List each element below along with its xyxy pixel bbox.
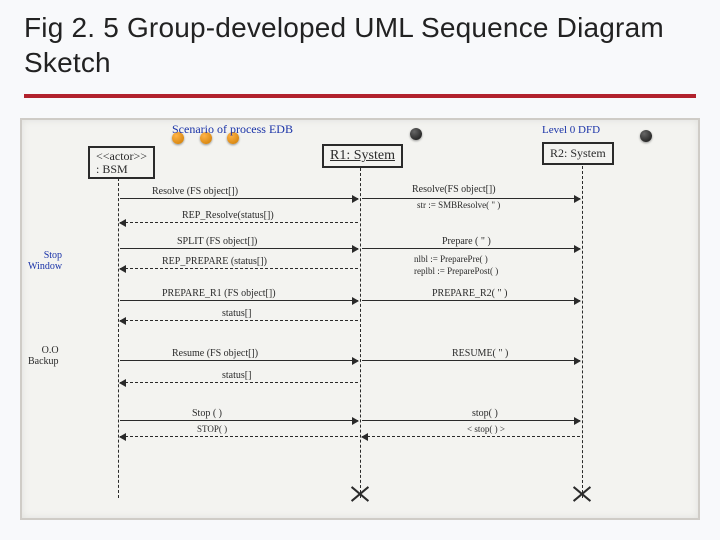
msg-status2 [120,382,358,383]
lbl-m1: Resolve (FS object[]) [152,186,238,197]
lifeline-line-r1 [360,168,361,498]
note-stop-window: Stop Window [28,250,62,272]
lbl-m9: status[] [222,370,251,381]
msg-stop-r-ret [362,436,580,437]
terminate-r2 [571,482,593,504]
msg-resume-r [362,360,580,361]
msg-stop-r [362,420,580,421]
slide-title: Fig 2. 5 Group-developed UML Sequence Di… [24,10,696,80]
lbl-m4r: Prepare ( " ) [442,236,491,247]
lbl-m7: status[] [222,308,251,319]
lbl-m5r1: nlbl := PreparePre( ) [414,254,488,264]
lbl-m10r2: < stop( ) > [467,424,505,434]
lifeline-r2: R2: System [542,142,614,165]
msg-prep-r1 [120,300,358,301]
lbl-m5r2: replbl := PreparePost( ) [414,266,498,276]
msg-status1 [120,320,358,321]
lbl-m8: Resume (FS object[]) [172,348,258,359]
lbl-m3: REP_Resolve(status[]) [182,210,274,221]
note-backup: O.O Backup [28,345,59,367]
msg-resume [120,360,358,361]
msg-prep-r2 [362,300,580,301]
lbl-m10: Stop ( ) [192,408,222,419]
lbl-m6: PREPARE_R1 (FS object[]) [162,288,276,299]
heading-right: Level 0 DFD [542,124,600,136]
lbl-m5: REP_PREPARE (status[]) [162,256,267,267]
msg-rep-prepare [120,268,358,269]
lbl-m10r1: stop( ) [472,408,498,419]
msg-stop [120,420,358,421]
heading-left: Scenario of process EDB [172,122,293,137]
msg-prepare [362,248,580,249]
terminate-r1 [349,482,371,504]
lifeline-line-r2 [582,166,583,498]
msg-resolve-b [362,198,580,199]
msg-stop-ret [120,436,358,437]
whiteboard-photo: Scenario of process EDB Level 0 DFD <<ac… [20,118,700,520]
msg-rep-resolve [120,222,358,223]
lbl-m4: SPLIT (FS object[]) [177,236,257,247]
msg-split [120,248,358,249]
lifeline-actor: <<actor>> : BSM [88,146,155,179]
msg-resolve-a [120,198,358,199]
lifeline-r1: R1: System [322,144,403,168]
lbl-m10b: STOP( ) [197,424,227,434]
lbl-m2: Resolve(FS object[]) [412,184,496,195]
lbl-m2b: str := SMBResolve( " ) [417,200,500,210]
lbl-m6r: PREPARE_R2( " ) [432,288,507,299]
lbl-m8r: RESUME( " ) [452,348,508,359]
divider [24,94,696,98]
